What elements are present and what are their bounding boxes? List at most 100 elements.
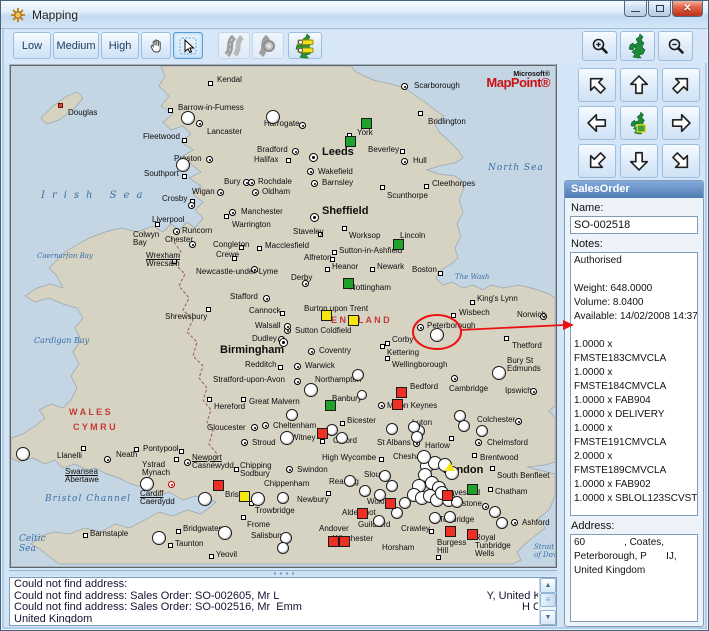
order-stop-pin[interactable] — [373, 515, 385, 527]
select-pointer-button[interactable] — [173, 32, 203, 59]
status-pin-red[interactable] — [392, 399, 403, 410]
london-flag-pin[interactable] — [445, 462, 455, 471]
pan-down-right-button[interactable] — [662, 144, 700, 178]
order-stop-pin[interactable] — [357, 390, 367, 400]
city-label: York — [357, 129, 373, 137]
status-pin-red[interactable] — [385, 498, 396, 509]
order-stop-pin[interactable] — [16, 447, 30, 461]
status-pin-red[interactable] — [328, 536, 339, 547]
status-pin-green[interactable] — [345, 136, 356, 147]
status-scrollbar[interactable]: ▲ ▼ — [539, 578, 556, 625]
order-stop-pin[interactable] — [140, 477, 154, 491]
status-pin-red[interactable] — [357, 508, 368, 519]
order-stop-pin[interactable] — [280, 431, 294, 445]
status-pin-red[interactable] — [442, 490, 453, 501]
status-pin-green[interactable] — [393, 239, 404, 250]
pan-up-button[interactable] — [620, 68, 658, 102]
itinerary-button[interactable] — [288, 32, 322, 59]
order-stop-pin[interactable] — [198, 492, 212, 506]
city-label: Halifax — [254, 156, 278, 164]
notes-box[interactable]: Authorised Weight: 648.0000 Volume: 8.04… — [570, 252, 698, 516]
city-label: Wisbech — [459, 309, 490, 317]
route-button[interactable] — [218, 32, 250, 59]
order-stop-pin[interactable] — [444, 511, 456, 523]
status-pin-yellow[interactable] — [348, 315, 359, 326]
zoom-low-button[interactable]: Low — [13, 32, 51, 59]
order-stop-pin[interactable] — [417, 450, 431, 464]
pan-left-button[interactable] — [578, 106, 616, 140]
order-stop-pin[interactable] — [176, 158, 190, 172]
scroll-thumb[interactable] — [540, 593, 556, 607]
zoom-out-button[interactable] — [658, 31, 693, 61]
order-stop-pin[interactable] — [430, 328, 444, 342]
order-stop-pin[interactable] — [286, 409, 298, 421]
order-stop-pin[interactable] — [359, 485, 371, 497]
order-stop-pin[interactable] — [344, 475, 356, 487]
sea-label: Celtic Sea — [19, 534, 46, 555]
city-marker — [309, 153, 318, 162]
maximize-button[interactable] — [648, 1, 671, 17]
status-pin-red[interactable] — [396, 387, 407, 398]
status-pin-yellow[interactable] — [239, 491, 250, 502]
splitter-handle[interactable] — [9, 570, 557, 576]
order-stop-pin[interactable] — [277, 542, 289, 554]
status-pin-red[interactable] — [339, 536, 350, 547]
order-stop-pin[interactable] — [386, 423, 398, 435]
pan-hand-button[interactable] — [141, 32, 171, 59]
zoom-medium-button[interactable]: Medium — [53, 32, 99, 59]
pan-down-button[interactable] — [620, 144, 658, 178]
close-button[interactable]: ✕ — [672, 1, 703, 17]
pan-down-arrow-icon — [628, 150, 650, 172]
order-stop-pin[interactable] — [476, 425, 488, 437]
order-stop-pin[interactable] — [304, 383, 318, 397]
route-roundabout-button[interactable] — [252, 32, 284, 59]
order-stop-pin[interactable] — [336, 432, 348, 444]
status-pin-red[interactable] — [317, 428, 328, 439]
order-stop-pin[interactable] — [181, 111, 195, 125]
order-stop-pin[interactable] — [218, 526, 232, 540]
order-stop-pin[interactable] — [352, 369, 364, 381]
order-stop-pin[interactable] — [399, 497, 411, 509]
order-stop-pin[interactable] — [266, 110, 280, 124]
order-stop-pin[interactable] — [251, 492, 265, 506]
center-map-button[interactable] — [620, 106, 658, 140]
scroll-down-button[interactable]: ▼ — [540, 610, 556, 625]
address-box[interactable]: 60 , Coates, Peterborough, P IJ, United … — [570, 534, 698, 622]
status-pin-green[interactable] — [343, 278, 354, 289]
pan-right-button[interactable] — [662, 106, 700, 140]
map-canvas[interactable]: Microsoft® MapPoint® Irish SeaNorth SeaC… — [11, 66, 555, 566]
zoom-full-extent-button[interactable] — [620, 31, 655, 61]
status-pin-red[interactable] — [445, 526, 456, 537]
order-stop-pin[interactable] — [458, 420, 470, 432]
city-label: Bury — [224, 178, 240, 186]
pan-up-left-button[interactable] — [578, 68, 616, 102]
pan-down-left-button[interactable] — [578, 144, 616, 178]
order-stop-pin[interactable] — [411, 431, 423, 443]
order-stop-pin[interactable] — [152, 531, 166, 545]
status-pin-green[interactable] — [361, 118, 372, 129]
status-pin-green[interactable] — [467, 484, 478, 495]
order-stop-pin[interactable] — [496, 517, 508, 529]
pan-up-right-button[interactable] — [662, 68, 700, 102]
status-pin-red[interactable] — [467, 529, 478, 540]
order-stop-pin[interactable] — [429, 512, 441, 524]
pointer-icon — [179, 37, 197, 55]
minimize-button[interactable]: — — [624, 1, 647, 17]
order-stop-pin[interactable] — [386, 480, 398, 492]
city-label: Chippenham — [264, 480, 309, 488]
status-pin-yellow[interactable] — [321, 310, 332, 321]
order-stop-pin[interactable] — [492, 366, 506, 380]
order-stop-pin[interactable] — [277, 492, 289, 504]
zoom-high-button[interactable]: High — [101, 32, 139, 59]
status-log[interactable]: Could not find address: Could not find a… — [9, 577, 557, 626]
order-stop-pin[interactable] — [489, 506, 501, 518]
name-input[interactable] — [570, 216, 698, 234]
city-label: Nottingham — [350, 284, 391, 292]
city-label: Bridlington — [428, 118, 466, 126]
scroll-up-button[interactable]: ▲ — [540, 578, 556, 593]
city-marker — [307, 168, 314, 175]
title-bar[interactable]: Mapping — ✕ — [1, 1, 709, 29]
zoom-in-button[interactable] — [582, 31, 617, 61]
status-pin-green[interactable] — [325, 400, 336, 411]
status-pin-red[interactable] — [213, 480, 224, 491]
